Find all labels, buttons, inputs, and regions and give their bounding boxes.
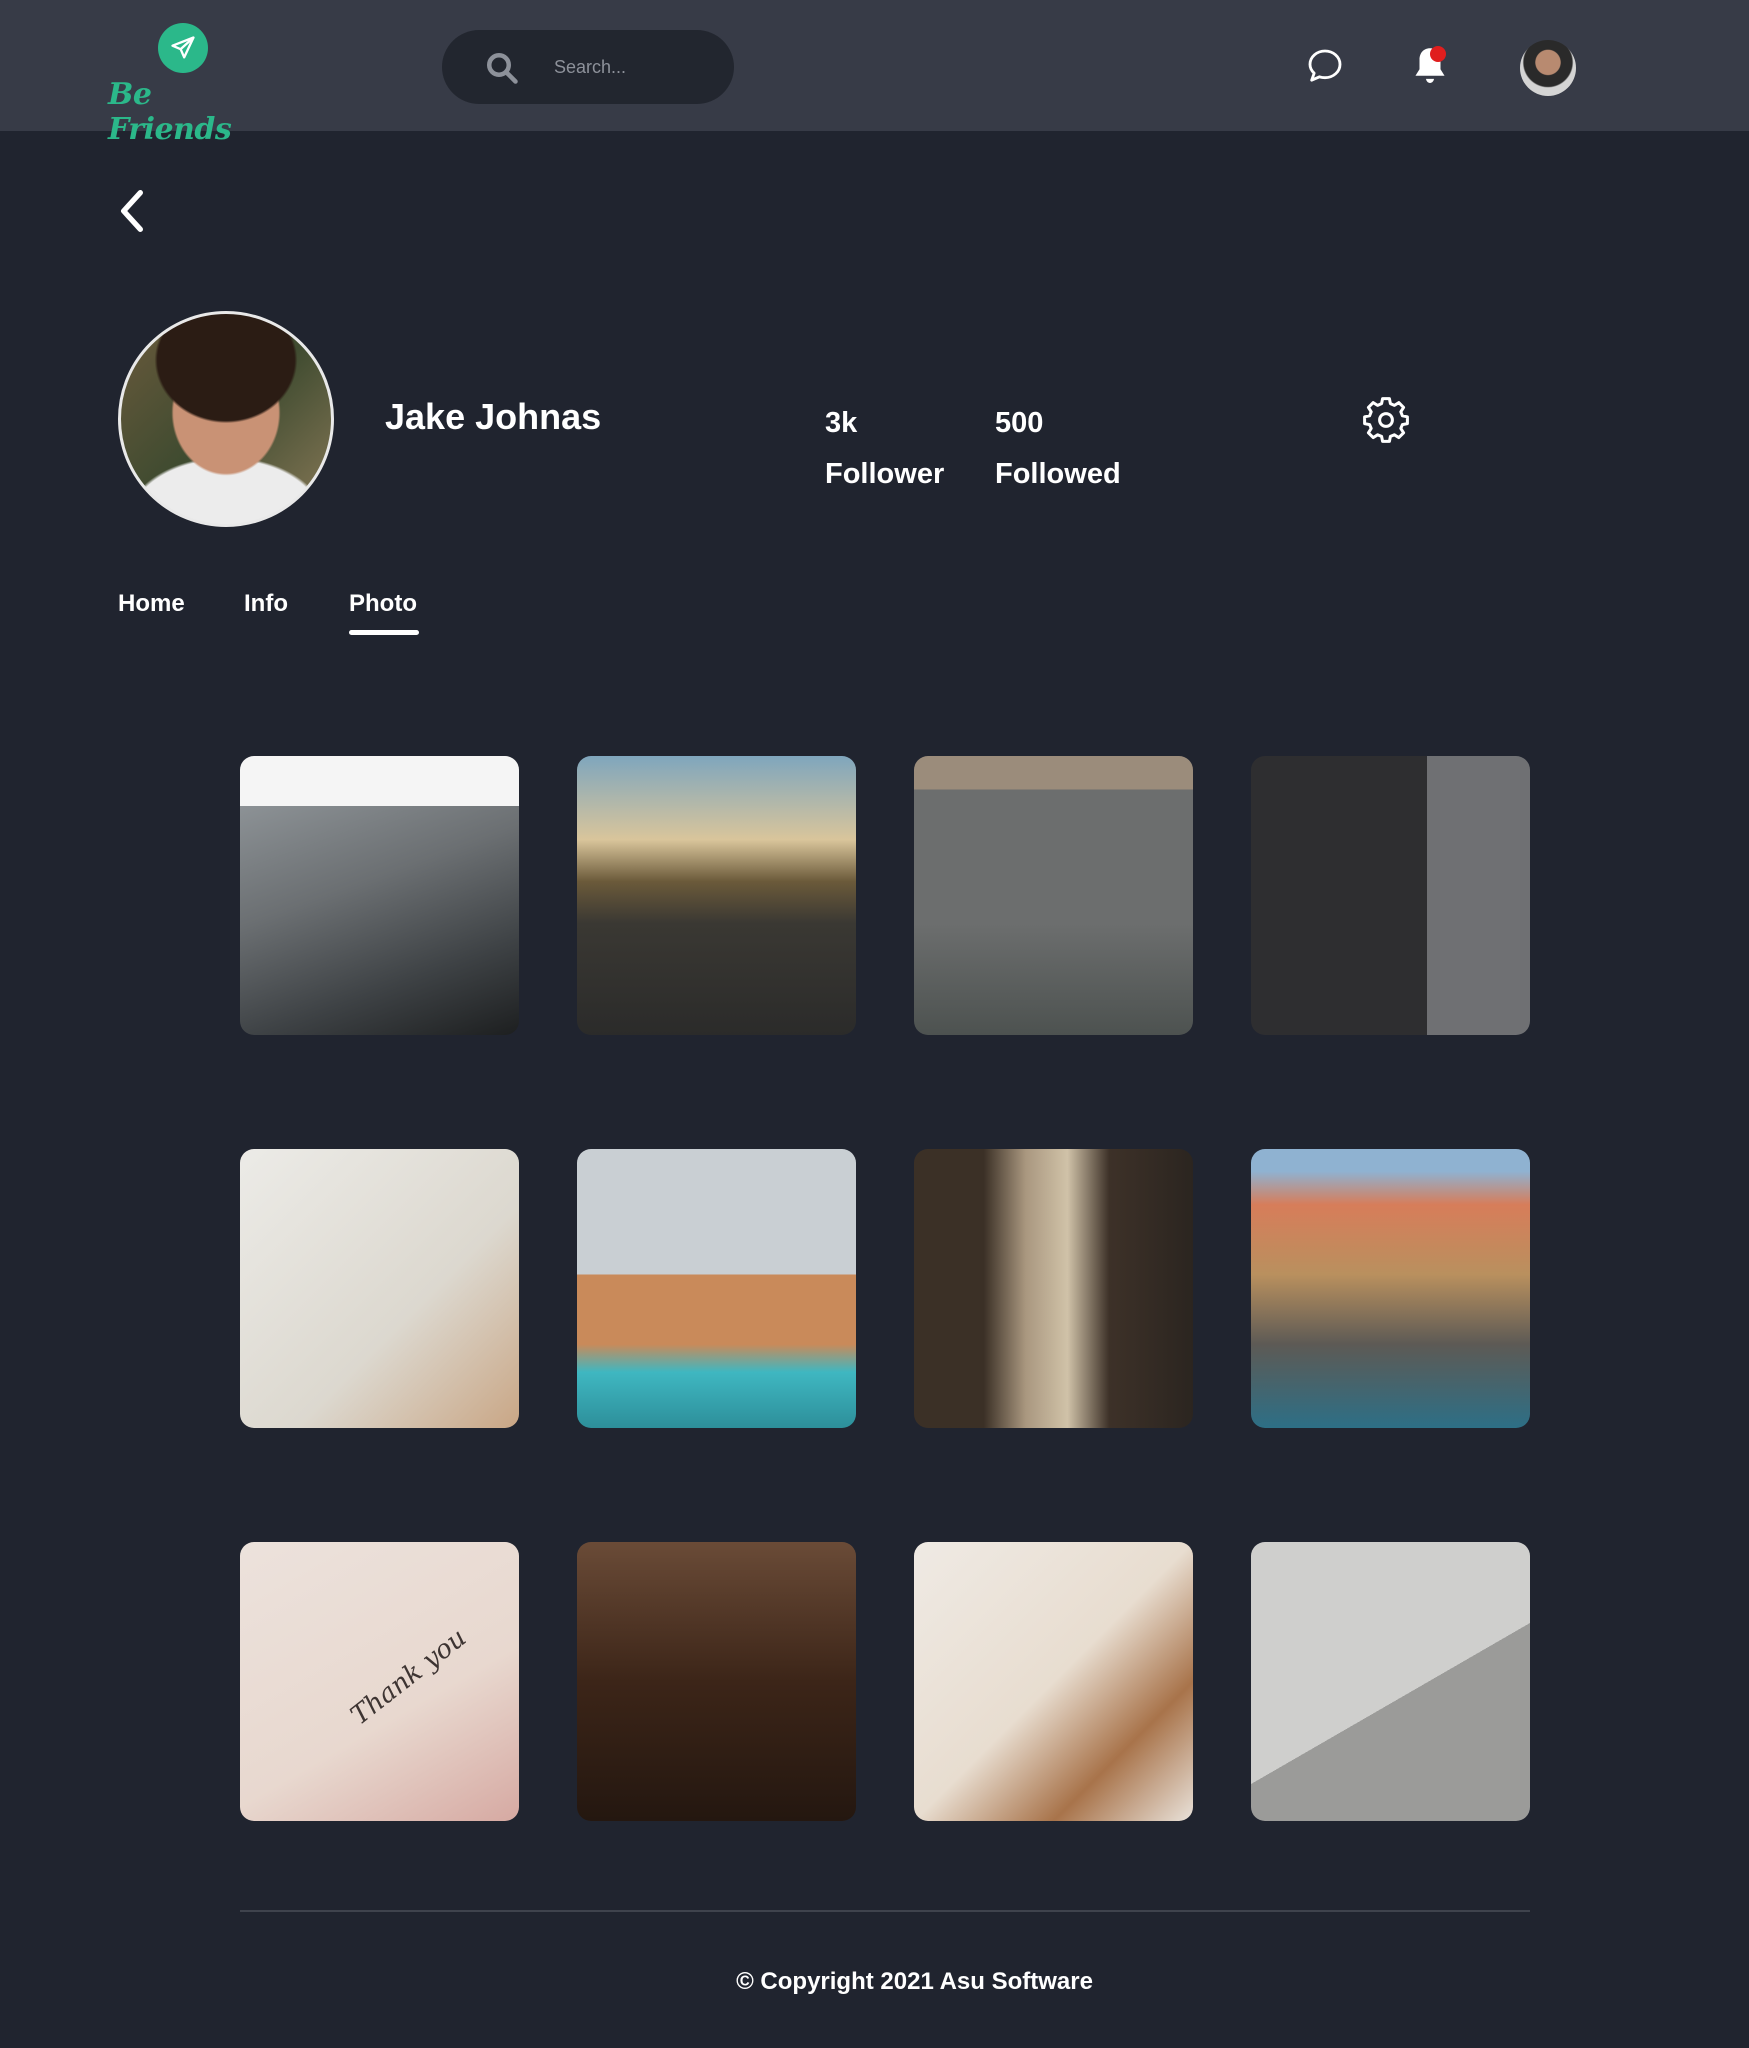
follower-stat[interactable]: 3k Follower [825,398,944,500]
top-header: Be Friends [0,0,1749,147]
photo-architecture-texture[interactable] [1251,756,1530,1035]
photo-whisky-bottle[interactable] [577,1542,856,1821]
followed-label: Followed [995,458,1121,490]
followed-stat[interactable]: 500 Followed [995,398,1121,500]
photo-thank-you-card[interactable]: Thank you [240,1542,519,1821]
followed-count: 500 [995,407,1044,439]
paper-plane-icon [158,23,208,73]
photo-concrete-wall[interactable] [1251,1542,1530,1821]
profile-avatar [118,311,334,527]
photo-bike-street[interactable] [914,756,1193,1035]
notification-badge [1430,46,1446,62]
brand-name: Be Friends [108,77,232,147]
photo-travel-map[interactable] [240,1149,519,1428]
follower-count: 3k [825,407,858,439]
active-tab-indicator [349,630,419,635]
photo-palm-pool[interactable] [577,1149,856,1428]
footer-divider [240,1910,1530,1912]
chat-icon[interactable] [1305,46,1345,86]
tab-info[interactable]: Info [244,590,288,618]
back-arrow-icon[interactable] [112,186,152,236]
tab-home[interactable]: Home [118,590,185,618]
search-bar[interactable] [442,30,734,104]
brand-logo[interactable]: Be Friends [108,23,258,147]
photo-dried-flowers[interactable] [914,1542,1193,1821]
follower-label: Follower [825,458,945,490]
tab-photo[interactable]: Photo [349,590,417,618]
photo-cliff-village[interactable] [1251,1149,1530,1428]
gear-icon[interactable] [1362,396,1410,444]
search-icon[interactable] [484,50,520,86]
photo-car-road[interactable] [577,756,856,1035]
user-avatar[interactable] [1520,40,1576,96]
photo-alley[interactable] [914,1149,1193,1428]
photo-building[interactable] [240,756,519,1035]
copyright-text: © Copyright 2021 Asu Software [736,1968,1093,1995]
profile-name: Jake Johnas [385,396,602,437]
profile-page: Be Friends Jake Johnas 3k Follower 500 F [0,0,1749,2048]
thank-you-text: Thank you [345,1622,473,1732]
search-input[interactable] [554,52,714,82]
